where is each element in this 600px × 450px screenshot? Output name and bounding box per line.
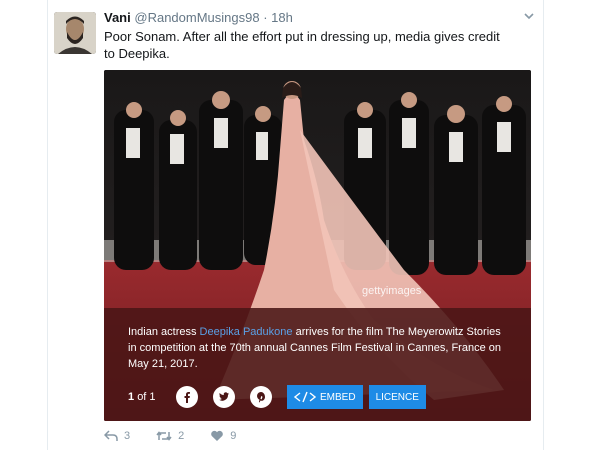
retweet-button[interactable]: 2 xyxy=(156,430,184,442)
reply-icon xyxy=(104,430,118,441)
caption-text-start: Indian actress xyxy=(128,326,200,338)
tweet-header: Vani @RandomMusings98 · 18h xyxy=(104,10,293,26)
retweet-count: 2 xyxy=(178,430,185,442)
caption-link[interactable]: Deepika Padukone xyxy=(200,326,293,338)
pinterest-share-button[interactable] xyxy=(250,386,272,408)
author-name[interactable]: Vani xyxy=(104,10,131,25)
tweet-time[interactable]: 18h xyxy=(271,10,293,25)
heart-icon xyxy=(211,430,224,441)
licence-button[interactable]: LICENCE xyxy=(368,385,426,409)
pinterest-icon xyxy=(257,392,265,403)
avatar[interactable] xyxy=(54,12,96,54)
reply-count: 3 xyxy=(124,430,131,442)
tweet-media[interactable]: gettyimages Indian actress Deepika Paduk… xyxy=(104,70,531,421)
separator-dot: · xyxy=(263,10,268,25)
counter-current: 1 xyxy=(128,391,135,403)
like-count: 9 xyxy=(230,430,237,442)
licence-label: LICENCE xyxy=(375,391,419,403)
photo-caption: Indian actress Deepika Padukone arrives … xyxy=(128,324,508,372)
author-handle[interactable]: @RandomMusings98 xyxy=(134,10,259,25)
embed-label: EMBED xyxy=(320,391,356,403)
chevron-down-icon[interactable] xyxy=(523,10,535,22)
facebook-icon xyxy=(184,392,190,403)
twitter-share-button[interactable] xyxy=(213,386,235,408)
tweet-actions: 3 2 9 xyxy=(104,430,262,442)
retweet-icon xyxy=(156,431,172,441)
media-controls: 1 of 1 EMBED LICENCE xyxy=(128,385,432,409)
twitter-icon xyxy=(219,392,229,401)
getty-watermark: gettyimages xyxy=(362,285,422,297)
embed-button[interactable]: EMBED xyxy=(287,385,363,409)
code-icon xyxy=(294,391,316,403)
tweet-text: Poor Sonam. After all the effort put in … xyxy=(104,29,500,61)
facebook-share-button[interactable] xyxy=(176,386,198,408)
like-button[interactable]: 9 xyxy=(210,430,236,442)
reply-button[interactable]: 3 xyxy=(104,430,130,442)
caption-overlay: Indian actress Deepika Padukone arrives … xyxy=(104,308,531,421)
image-counter: 1 of 1 xyxy=(128,391,176,403)
counter-total: of 1 xyxy=(137,391,156,403)
avatar-image xyxy=(54,12,96,54)
